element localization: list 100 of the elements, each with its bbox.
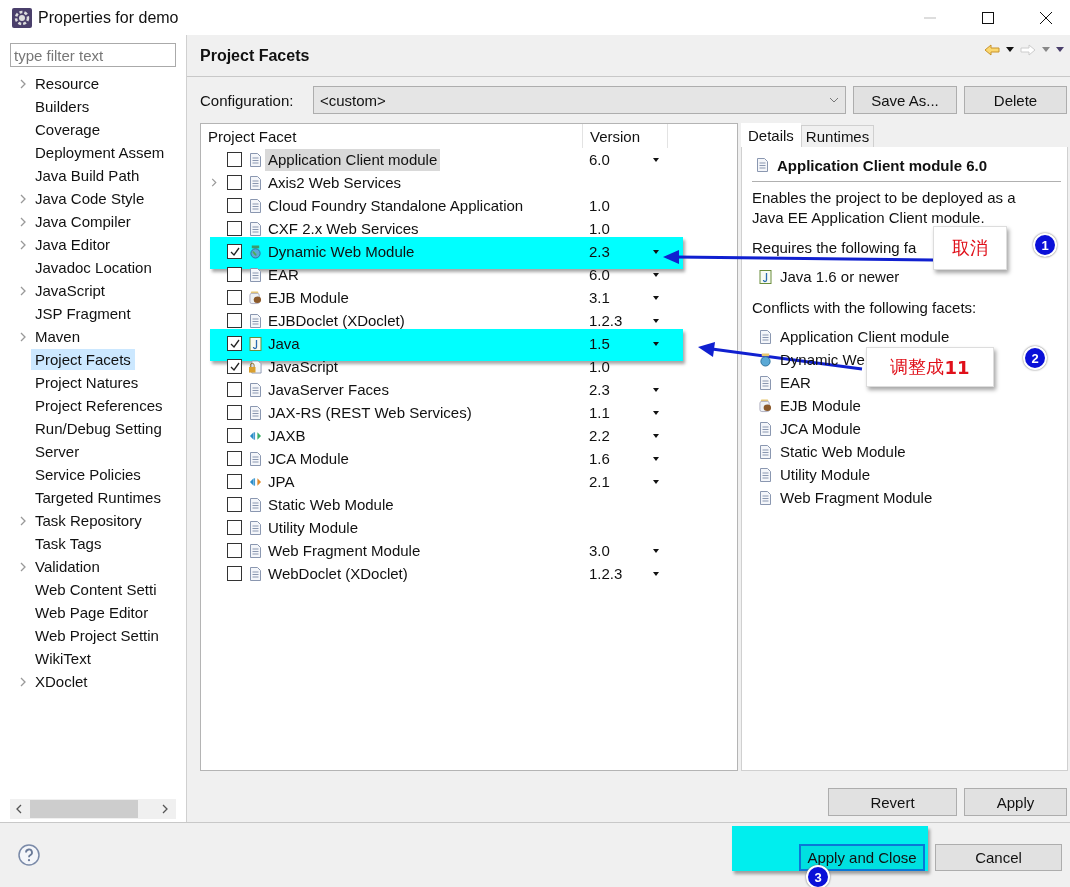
- sidebar-item[interactable]: Project References: [31, 395, 167, 416]
- facet-name[interactable]: Static Web Module: [265, 493, 397, 516]
- view-menu-icon[interactable]: [1056, 47, 1064, 52]
- checkbox[interactable]: [227, 290, 242, 305]
- revert-button[interactable]: Revert: [828, 788, 957, 816]
- dropdown-icon[interactable]: [653, 410, 659, 415]
- chevron-icon[interactable]: [20, 216, 26, 227]
- checkbox[interactable]: [227, 566, 242, 581]
- scrollbar[interactable]: [10, 799, 176, 819]
- delete-button[interactable]: Delete: [964, 86, 1067, 114]
- column-header[interactable]: Version: [583, 124, 668, 148]
- facet-name[interactable]: JavaScript: [265, 355, 342, 378]
- chevron-icon[interactable]: [20, 193, 26, 204]
- checkbox[interactable]: [227, 175, 242, 190]
- sidebar-item[interactable]: Web Content Setti: [31, 579, 161, 600]
- sidebar-item[interactable]: Javadoc Location: [31, 257, 156, 278]
- filter-field[interactable]: type filter text: [10, 43, 176, 67]
- configuration-dropdown[interactable]: <custom>: [313, 86, 846, 114]
- facet-name[interactable]: JAX-RS (REST Web Services): [265, 401, 475, 424]
- save-as-button[interactable]: Save As...: [853, 86, 957, 114]
- sidebar-item[interactable]: Task Repository: [31, 510, 146, 531]
- close-icon[interactable]: [1040, 11, 1052, 24]
- sidebar-item[interactable]: Run/Debug Setting: [31, 418, 166, 439]
- chevron-icon[interactable]: [20, 561, 26, 572]
- chevron-icon[interactable]: [20, 676, 26, 687]
- sidebar-item[interactable]: Java Build Path: [31, 165, 144, 186]
- tab[interactable]: Details: [741, 123, 801, 147]
- facet-name[interactable]: Axis2 Web Services: [265, 171, 405, 194]
- sidebar-item[interactable]: Java Editor: [31, 234, 115, 255]
- apply-and-close-button[interactable]: Apply and Close: [799, 843, 925, 871]
- sidebar-item[interactable]: Project Facets: [31, 349, 135, 370]
- facet-name[interactable]: JAXB: [265, 424, 309, 447]
- chevron-icon[interactable]: [20, 285, 26, 296]
- sidebar-item[interactable]: Web Page Editor: [31, 602, 153, 623]
- checkbox[interactable]: [227, 198, 242, 213]
- checkbox[interactable]: [227, 313, 242, 328]
- checkbox[interactable]: [227, 497, 242, 512]
- sidebar-item[interactable]: JavaScript: [31, 280, 110, 301]
- facet-name[interactable]: JPA: [265, 470, 298, 493]
- tab[interactable]: Runtimes: [800, 125, 875, 147]
- dropdown-icon[interactable]: [653, 571, 659, 576]
- checkbox[interactable]: [227, 244, 242, 259]
- facet-name[interactable]: Cloud Foundry Standalone Application: [265, 194, 527, 217]
- sidebar-item[interactable]: Targeted Runtimes: [31, 487, 165, 508]
- dropdown-icon[interactable]: [653, 548, 659, 553]
- checkbox[interactable]: [227, 520, 242, 535]
- dropdown-icon[interactable]: [653, 272, 659, 277]
- facet-name[interactable]: EAR: [265, 263, 302, 286]
- facet-name[interactable]: EJB Module: [265, 286, 352, 309]
- sidebar-item[interactable]: WikiText: [31, 648, 95, 669]
- dropdown-icon[interactable]: [653, 295, 659, 300]
- scroll-right-icon[interactable]: [162, 804, 168, 814]
- chevron-icon[interactable]: [20, 331, 26, 342]
- checkbox[interactable]: [227, 267, 242, 282]
- chevron-icon[interactable]: [20, 515, 26, 526]
- maximize-icon[interactable]: [982, 11, 994, 24]
- dropdown-icon[interactable]: [653, 318, 659, 323]
- checkbox[interactable]: [227, 428, 242, 443]
- sidebar-item[interactable]: Builders: [31, 96, 94, 117]
- sidebar-item[interactable]: Maven: [31, 326, 85, 347]
- chevron-icon[interactable]: [211, 178, 217, 187]
- facet-name[interactable]: Dynamic Web Module: [265, 240, 418, 263]
- scroll-left-icon[interactable]: [16, 804, 22, 814]
- checkbox[interactable]: [227, 451, 242, 466]
- sidebar-item[interactable]: XDoclet: [31, 671, 92, 692]
- sidebar-item[interactable]: Service Policies: [31, 464, 145, 485]
- sidebar-item[interactable]: Server: [31, 441, 84, 462]
- dropdown-icon[interactable]: [653, 157, 659, 162]
- dropdown-icon[interactable]: [1006, 47, 1014, 52]
- sidebar-item[interactable]: Deployment Assem: [31, 142, 169, 163]
- checkbox[interactable]: [227, 474, 242, 489]
- checkbox[interactable]: [227, 336, 242, 351]
- sidebar-item[interactable]: Task Tags: [31, 533, 106, 554]
- checkbox[interactable]: [227, 152, 242, 167]
- dropdown-icon[interactable]: [653, 456, 659, 461]
- sidebar-item[interactable]: Coverage: [31, 119, 105, 140]
- chevron-icon[interactable]: [20, 239, 26, 250]
- facet-name[interactable]: CXF 2.x Web Services: [265, 217, 422, 240]
- chevron-icon[interactable]: [20, 78, 26, 89]
- facet-name[interactable]: JCA Module: [265, 447, 352, 470]
- help-icon[interactable]: [18, 844, 40, 866]
- checkbox[interactable]: [227, 359, 242, 374]
- dropdown-icon[interactable]: [653, 341, 659, 346]
- dropdown-icon[interactable]: [653, 433, 659, 438]
- checkbox[interactable]: [227, 382, 242, 397]
- facet-name[interactable]: Java: [265, 332, 303, 355]
- checkbox[interactable]: [227, 405, 242, 420]
- facet-name[interactable]: Web Fragment Module: [265, 539, 424, 562]
- sidebar-item[interactable]: Project Natures: [31, 372, 143, 393]
- sidebar-item[interactable]: Web Project Settin: [31, 625, 163, 646]
- apply-button[interactable]: Apply: [964, 788, 1067, 816]
- checkbox[interactable]: [227, 543, 242, 558]
- scroll-thumb[interactable]: [30, 800, 138, 818]
- sidebar-item[interactable]: JSP Fragment: [31, 303, 135, 324]
- facet-name[interactable]: EJBDoclet (XDoclet): [265, 309, 408, 332]
- sidebar-item[interactable]: Java Compiler: [31, 211, 135, 232]
- sidebar-item[interactable]: Java Code Style: [31, 188, 149, 209]
- sidebar-item[interactable]: Resource: [31, 73, 104, 94]
- dropdown-icon[interactable]: [653, 387, 659, 392]
- facet-name[interactable]: Utility Module: [265, 516, 362, 539]
